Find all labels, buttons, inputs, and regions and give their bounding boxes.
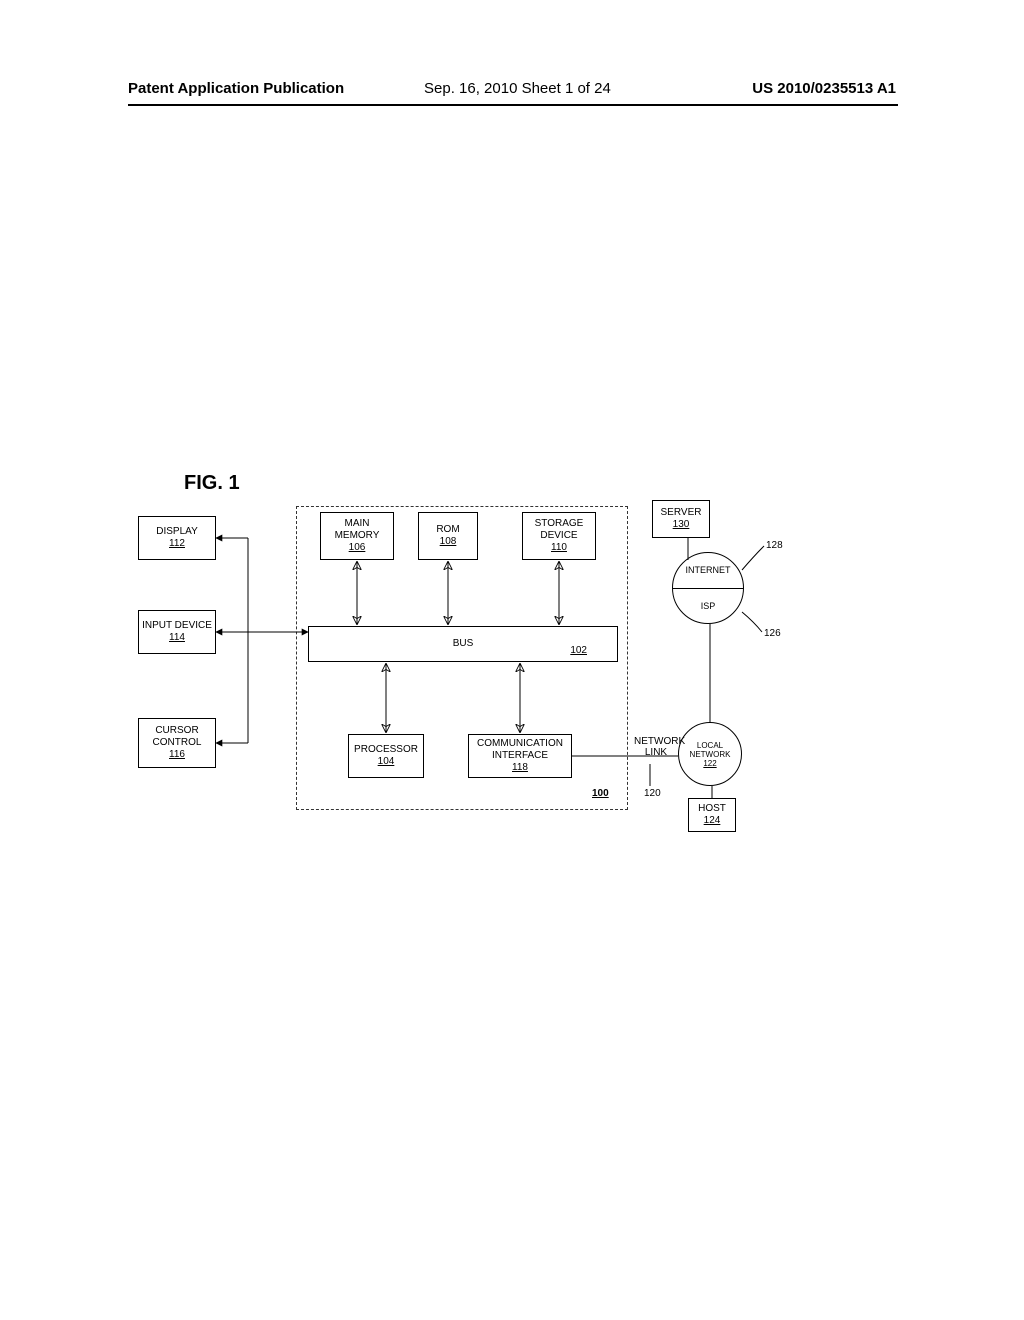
header-right: US 2010/0235513 A1 [752,80,896,97]
header-rule [128,104,898,106]
page: Patent Application Publication Sep. 16, … [0,0,1024,1320]
page-header: Patent Application Publication Sep. 16, … [0,78,1024,106]
diagram-stage: DISPLAY 112 INPUT DEVICE 114 CURSOR CONT… [128,500,898,850]
connector-overlay [128,500,898,850]
header-mid: Sep. 16, 2010 Sheet 1 of 24 [424,80,611,97]
figure-title: FIG. 1 [184,472,240,495]
header-left: Patent Application Publication [128,80,344,97]
